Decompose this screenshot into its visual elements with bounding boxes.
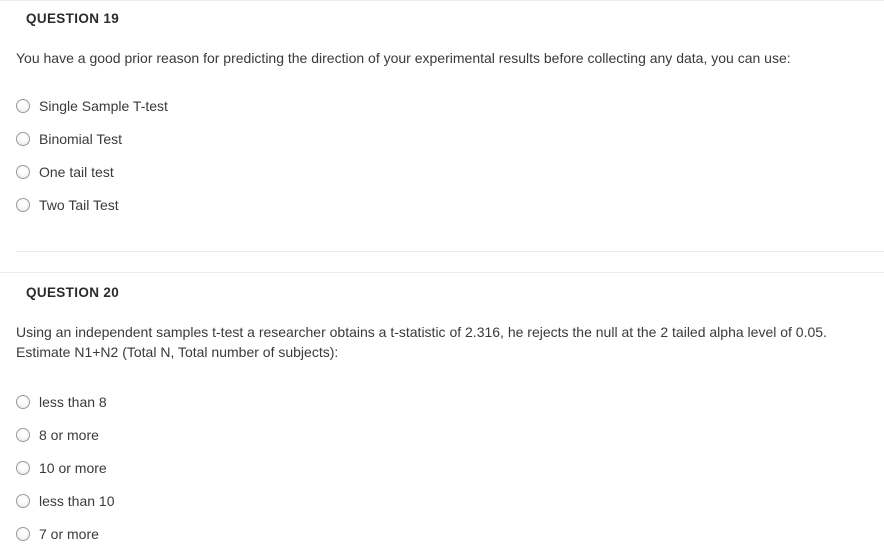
- option-label: Two Tail Test: [39, 196, 119, 213]
- option-row[interactable]: Single Sample T-test: [16, 89, 168, 122]
- question-19-options: Single Sample T-test Binomial Test One t…: [16, 89, 168, 221]
- option-label: 8 or more: [39, 426, 99, 443]
- option-label: Single Sample T-test: [39, 97, 168, 114]
- radio-button-unselected-icon[interactable]: [16, 493, 30, 508]
- option-label: less than 10: [39, 492, 115, 509]
- option-row[interactable]: Binomial Test: [16, 122, 168, 155]
- option-label: less than 8: [39, 393, 107, 410]
- option-label: One tail test: [39, 163, 114, 180]
- question-19-body-line-1: You have a good prior reason for predict…: [16, 50, 791, 66]
- option-row[interactable]: Two Tail Test: [16, 188, 168, 221]
- radio-button-unselected-icon[interactable]: [16, 164, 30, 179]
- question-20-heading: QUESTION 20: [26, 285, 120, 300]
- question-separator-inset: [16, 251, 884, 252]
- option-label: 10 or more: [39, 459, 107, 476]
- question-19-heading: QUESTION 19: [26, 11, 120, 26]
- question-20-body-line-1: Using an independent samples t-test a re…: [16, 324, 827, 340]
- radio-button-unselected-icon[interactable]: [16, 98, 30, 113]
- question-20-options: less than 8 8 or more 10 or more less th…: [16, 385, 115, 550]
- option-row[interactable]: 10 or more: [16, 451, 115, 484]
- quiz-page: QUESTION 19 You have a good prior reason…: [0, 0, 884, 559]
- top-hairline-divider: [0, 0, 884, 1]
- question-separator-full: [0, 272, 884, 273]
- question-20-body-line-2: Estimate N1+N2 (Total N, Total number of…: [16, 344, 339, 360]
- option-label: 7 or more: [39, 525, 99, 542]
- option-row[interactable]: less than 8: [16, 385, 115, 418]
- radio-button-unselected-icon[interactable]: [16, 394, 30, 409]
- radio-button-unselected-icon[interactable]: [16, 197, 30, 212]
- option-row[interactable]: less than 10: [16, 484, 115, 517]
- radio-button-unselected-icon[interactable]: [16, 526, 30, 541]
- radio-button-unselected-icon[interactable]: [16, 460, 30, 475]
- option-row[interactable]: 8 or more: [16, 418, 115, 451]
- radio-button-unselected-icon[interactable]: [16, 427, 30, 442]
- option-row[interactable]: 7 or more: [16, 517, 115, 550]
- option-row[interactable]: One tail test: [16, 155, 168, 188]
- option-label: Binomial Test: [39, 130, 123, 147]
- radio-button-unselected-icon[interactable]: [16, 131, 30, 146]
- question-20-body: Using an independent samples t-test a re…: [16, 322, 856, 362]
- question-19-body: You have a good prior reason for predict…: [16, 48, 844, 68]
